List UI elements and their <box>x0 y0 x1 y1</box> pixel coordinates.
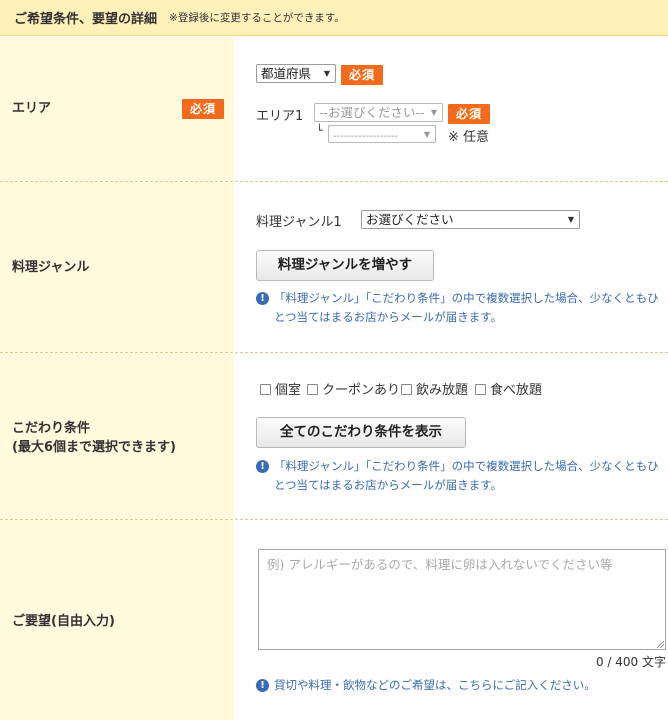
checkbox[interactable] <box>401 384 412 395</box>
checkbox[interactable] <box>260 384 271 395</box>
section-title: ご希望条件、要望の詳細 <box>14 12 158 27</box>
genre-label: 料理ジャンル <box>12 260 90 275</box>
checkbox[interactable] <box>307 384 318 395</box>
request-info: ! 貸切や料理・飲物などのご希望は、こちらにご記入ください。 <box>256 676 666 695</box>
kodawari-option-all-you-can-drink[interactable]: 飲み放題 <box>401 382 468 400</box>
kodawari-label: こだわり条件 <box>12 421 91 436</box>
area1-label: エリア1 <box>256 109 304 124</box>
kodawari-limit-label: (最大6個まで選択できます) <box>12 440 176 455</box>
section-header: ご希望条件、要望の詳細 ※登録後に変更することができます。 <box>0 0 668 36</box>
kodawari-option-coupon[interactable]: クーポンあり <box>307 382 400 400</box>
area-row: エリア 必須 都道府県 ▼ 必須 エリア1 --お選びください-- ▼ 必須 └… <box>0 37 668 181</box>
area-label: エリア <box>12 101 52 116</box>
area1-select[interactable]: --お選びください-- ▼ <box>314 103 443 122</box>
chevron-down-icon: ▼ <box>430 108 437 117</box>
chevron-down-icon: ▼ <box>423 130 430 139</box>
request-textarea[interactable]: 例) アレルギーがあるので、料理に卵は入れないでください等 <box>258 549 666 650</box>
info-icon: ! <box>256 292 269 305</box>
add-genre-button[interactable]: 料理ジャンルを増やす <box>256 250 434 281</box>
area-required-badge: 必須 <box>182 99 224 119</box>
kodawari-info: ! 「料理ジャンル」「こだわり条件」の中で複数選択した場合、少なくともひとつ当て… <box>256 457 664 495</box>
genre-info: ! 「料理ジャンル」「こだわり条件」の中で複数選択した場合、少なくともひとつ当て… <box>256 289 664 327</box>
sub-area-select[interactable]: ------------------ ▼ <box>328 125 436 143</box>
genre1-select[interactable]: お選びください ▼ <box>361 210 580 229</box>
request-content: 例) アレルギーがあるので、料理に卵は入れないでください等 0 / 400 文字… <box>234 520 668 720</box>
info-icon: ! <box>256 679 269 692</box>
section-note: ※登録後に変更することができます。 <box>169 12 345 24</box>
show-all-kodawari-button[interactable]: 全てのこだわり条件を表示 <box>256 417 466 448</box>
resize-handle-icon[interactable] <box>656 640 664 648</box>
kodawari-option-all-you-can-eat[interactable]: 食べ放題 <box>475 382 542 400</box>
sub-area-branch-icon: └ <box>316 124 323 137</box>
char-counter: 0 / 400 文字 <box>595 655 666 669</box>
genre-row: 料理ジャンル 料理ジャンル1 お選びください ▼ 料理ジャンルを増やす ! 「料… <box>0 182 668 352</box>
request-label-col: ご要望(自由入力) <box>0 520 234 720</box>
optional-note: ※ 任意 <box>448 130 490 145</box>
info-icon: ! <box>256 460 269 473</box>
area1-required-badge: 必須 <box>448 104 490 124</box>
prefecture-required-badge: 必須 <box>341 65 383 85</box>
kodawari-label-col: こだわり条件 (最大6個まで選択できます) <box>0 353 234 519</box>
checkbox[interactable] <box>475 384 486 395</box>
genre-content: 料理ジャンル1 お選びください ▼ 料理ジャンルを増やす ! 「料理ジャンル」「… <box>234 182 668 352</box>
genre-label-col: 料理ジャンル <box>0 182 234 352</box>
request-label: ご要望(自由入力) <box>12 614 115 629</box>
genre1-label: 料理ジャンル1 <box>256 215 342 230</box>
kodawari-row: こだわり条件 (最大6個まで選択できます) 個室 クーポンあり 飲み放題 食べ放… <box>0 353 668 519</box>
chevron-down-icon: ▼ <box>323 69 330 78</box>
area-label-col: エリア 必須 <box>0 37 234 181</box>
kodawari-content: 個室 クーポンあり 飲み放題 食べ放題 全てのこだわり条件を表示 ! 「料理ジャ… <box>234 353 668 519</box>
area-content: 都道府県 ▼ 必須 エリア1 --お選びください-- ▼ 必須 └ ------… <box>234 37 668 181</box>
request-row: ご要望(自由入力) 例) アレルギーがあるので、料理に卵は入れないでください等 … <box>0 520 668 720</box>
chevron-down-icon: ▼ <box>567 215 574 224</box>
kodawari-option-private-room[interactable]: 個室 <box>260 382 301 400</box>
prefecture-select[interactable]: 都道府県 ▼ <box>256 64 336 83</box>
